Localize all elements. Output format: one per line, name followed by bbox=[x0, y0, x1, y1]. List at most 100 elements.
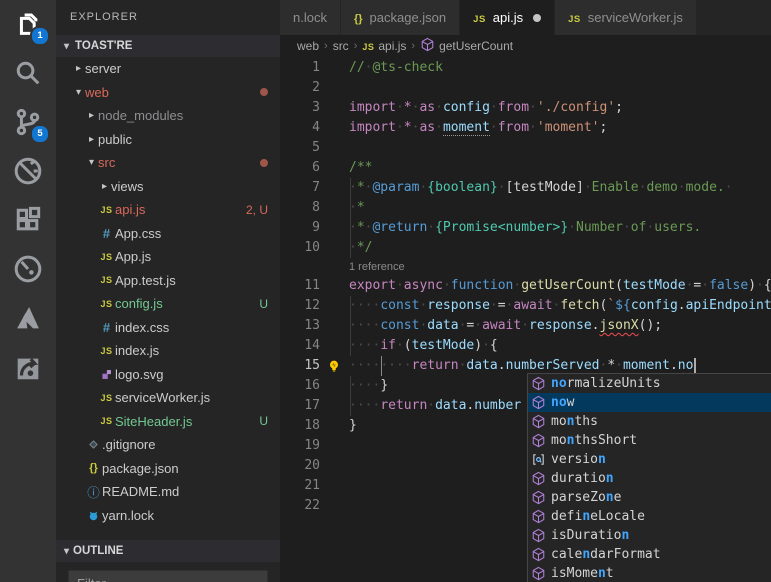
activity-item-gauge-extension[interactable] bbox=[0, 247, 56, 296]
tree-file-app-js[interactable]: JSApp.js bbox=[56, 245, 280, 269]
tree-folder-web[interactable]: ▾web bbox=[56, 81, 280, 105]
line-number[interactable]: 9 bbox=[280, 218, 320, 238]
activity-item-review-extension[interactable] bbox=[0, 345, 56, 394]
cube-icon-box bbox=[530, 490, 547, 505]
code-line-12: 12····const·response·=·await·fetch(`${co… bbox=[280, 296, 771, 316]
js-icon-box: JS bbox=[98, 299, 115, 309]
tree-folder-views[interactable]: ▸views bbox=[56, 175, 280, 199]
tab-package-json[interactable]: {}package.json bbox=[341, 0, 460, 35]
outline-section-header[interactable]: ▾ OUTLINE bbox=[56, 540, 280, 562]
suggestion-parseZone[interactable]: parseZone bbox=[528, 488, 771, 507]
tree-item-label: views bbox=[111, 179, 144, 194]
tab-serviceworker-js[interactable]: JSserviceWorker.js bbox=[555, 0, 697, 35]
suggestion-isMoment[interactable]: isMoment bbox=[528, 564, 771, 582]
project-section-header[interactable]: ▾ TOAST'RE bbox=[56, 35, 280, 57]
line-number[interactable]: 18 bbox=[280, 416, 320, 436]
tree-folder-public[interactable]: ▸public bbox=[56, 128, 280, 152]
tree-file-config-js[interactable]: JSconfig.jsU bbox=[56, 292, 280, 316]
suggestion-defineLocale[interactable]: defineLocale bbox=[528, 507, 771, 526]
line-number[interactable]: 2 bbox=[280, 78, 320, 98]
breadcrumb-separator-icon: › bbox=[411, 40, 415, 52]
activity-item-azure-extension[interactable] bbox=[0, 296, 56, 345]
activity-item-extensions[interactable] bbox=[0, 198, 56, 247]
line-number[interactable]: 13 bbox=[280, 316, 320, 336]
sidebar-title: EXPLORER bbox=[56, 0, 280, 35]
chevron-down-icon: ▾ bbox=[85, 157, 98, 168]
breadcrumb: web›src›JSapi.js›getUserCount bbox=[280, 35, 771, 57]
activity-item-search[interactable] bbox=[0, 51, 56, 100]
breadcrumb-item-api-js[interactable]: JSapi.js bbox=[362, 39, 406, 53]
activity-bar: 15 bbox=[0, 0, 56, 582]
lightbulb-icon[interactable] bbox=[327, 359, 341, 373]
line-number[interactable]: 16 bbox=[280, 376, 320, 396]
js-icon-box: JS bbox=[568, 10, 581, 25]
js-file-icon: JS bbox=[100, 393, 112, 403]
tree-folder-src[interactable]: ▾src bbox=[56, 151, 280, 175]
line-number[interactable]: 14 bbox=[280, 336, 320, 356]
suggestion-months[interactable]: months bbox=[528, 412, 771, 431]
line-number[interactable]: 1 bbox=[280, 58, 320, 78]
module-cube-icon bbox=[531, 528, 546, 543]
outline-filter-input[interactable] bbox=[68, 570, 268, 582]
js-file-icon: JS bbox=[100, 416, 112, 426]
tree-file-siteheader-js[interactable]: JSSiteHeader.jsU bbox=[56, 410, 280, 434]
tree-file-logo-svg[interactable]: logo.svg bbox=[56, 363, 280, 387]
suggestion-duration[interactable]: duration bbox=[528, 469, 771, 488]
tree-file-app-css[interactable]: #App.css bbox=[56, 222, 280, 246]
tree-folder-server[interactable]: ▸server bbox=[56, 57, 280, 81]
css-file-icon: # bbox=[103, 320, 110, 335]
line-number[interactable]: 21 bbox=[280, 476, 320, 496]
vscode-window: 15 EXPLORER ▾ TOAST'RE ▸server▾web▸node_… bbox=[0, 0, 771, 582]
tree-file-yarn-lock[interactable]: yarn.lock bbox=[56, 504, 280, 528]
line-number[interactable]: 3 bbox=[280, 98, 320, 118]
tree-item-label: App.css bbox=[115, 226, 161, 241]
suggestion-calendarFormat[interactable]: calendarFormat bbox=[528, 545, 771, 564]
tree-file-app-test-js[interactable]: JSApp.test.js bbox=[56, 269, 280, 293]
activity-item-source-control[interactable]: 5 bbox=[0, 100, 56, 149]
tree-file-index-css[interactable]: #index.css bbox=[56, 316, 280, 340]
suggestion-normalizeUnits[interactable]: normalizeUnits bbox=[528, 374, 771, 393]
line-number[interactable]: 4 bbox=[280, 118, 320, 138]
breadcrumb-item-src[interactable]: src bbox=[333, 39, 349, 53]
code-editor[interactable]: 1//·@ts-check23import·*·as·config·from·'… bbox=[280, 57, 771, 582]
cube-icon-box bbox=[530, 433, 547, 448]
tree-file-readme-md[interactable]: ⓘREADME.md bbox=[56, 480, 280, 504]
activity-item-debug[interactable] bbox=[0, 149, 56, 198]
line-number[interactable]: 19 bbox=[280, 436, 320, 456]
tree-item-label: public bbox=[98, 132, 132, 147]
line-number[interactable]: 8 bbox=[280, 198, 320, 218]
tree-file-serviceworker-js[interactable]: JSserviceWorker.js bbox=[56, 386, 280, 410]
line-text: ·*/ bbox=[349, 238, 372, 258]
tree-file-package-json[interactable]: {}package.json bbox=[56, 457, 280, 481]
tree-file-api-js[interactable]: JSapi.js2, U bbox=[56, 198, 280, 222]
line-number[interactable]: 7 bbox=[280, 178, 320, 198]
line-number[interactable]: 12 bbox=[280, 296, 320, 316]
line-number[interactable]: 6 bbox=[280, 158, 320, 178]
suggestion-now[interactable]: now bbox=[528, 393, 771, 412]
code-line-6: 6/** bbox=[280, 158, 771, 178]
breadcrumb-item-getusercount[interactable]: getUserCount bbox=[420, 37, 513, 55]
suggestion-monthsShort[interactable]: monthsShort bbox=[528, 431, 771, 450]
tree-folder-node-modules[interactable]: ▸node_modules bbox=[56, 104, 280, 128]
text-cursor bbox=[694, 358, 696, 374]
suggestion-version[interactable]: version bbox=[528, 450, 771, 469]
codelens-references[interactable]: 1 reference bbox=[280, 258, 771, 276]
line-number[interactable]: 10 bbox=[280, 238, 320, 258]
tree-file-index-js[interactable]: JSindex.js bbox=[56, 339, 280, 363]
tab-api-js[interactable]: JSapi.js bbox=[460, 0, 555, 35]
breadcrumb-item-web[interactable]: web bbox=[297, 39, 319, 53]
tab-n-lock[interactable]: n.lock bbox=[280, 0, 341, 35]
line-number[interactable]: 5 bbox=[280, 138, 320, 158]
tree-file--gitignore[interactable]: .gitignore bbox=[56, 433, 280, 457]
line-number[interactable]: 20 bbox=[280, 456, 320, 476]
line-text: ····if·(testMode)·{ bbox=[349, 336, 498, 356]
suggestion-isDuration[interactable]: isDuration bbox=[528, 526, 771, 545]
chevron-right-icon: ▸ bbox=[85, 110, 98, 121]
line-number[interactable]: 11 bbox=[280, 276, 320, 296]
code-line-4: 4import·*·as·moment·from·'moment'; bbox=[280, 118, 771, 138]
line-number[interactable]: 17 bbox=[280, 396, 320, 416]
line-number[interactable]: 15 bbox=[280, 356, 320, 376]
activity-item-explorer[interactable]: 1 bbox=[0, 2, 56, 51]
code-line-2: 2 bbox=[280, 78, 771, 98]
line-number[interactable]: 22 bbox=[280, 496, 320, 516]
